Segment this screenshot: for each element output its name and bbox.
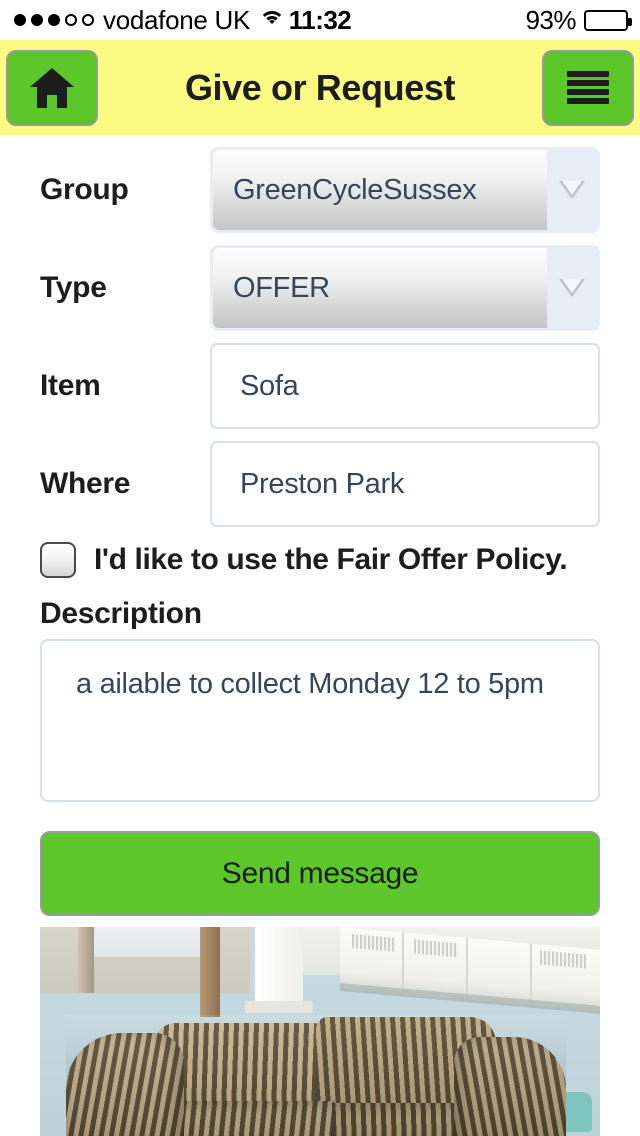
description-textarea[interactable]: a ailable to collect Monday 12 to 5pm [40,639,600,802]
status-bar-right: 93% [525,4,632,36]
status-bar: vodafone UK 11:32 93% [0,0,640,40]
group-select-valuebox: GreenCycleSussex [213,150,547,230]
label-group: Group [40,173,129,206]
chevron-down-icon [559,279,585,297]
app-header: Give or Request [0,40,640,135]
item-input-wrap: Sofa [210,343,600,429]
chevron-down-icon [559,181,585,199]
form-row-group: Group GreenCycleSussex [0,147,640,233]
photo-post [200,927,220,1017]
type-select[interactable]: OFFER [213,248,597,328]
photo-window [94,927,202,957]
app-screen: vodafone UK 11:32 93% Give or Request Gr… [0,0,640,1136]
form-row-item: Item Sofa [0,343,640,429]
type-select-wrap: OFFER [210,245,600,331]
home-icon [30,67,74,108]
photo-column [255,927,303,1009]
description-label: Description [40,597,202,630]
form-row-where: Where Preston Park [0,441,640,527]
hamburger-menu-icon [567,70,609,105]
label-where: Where [40,467,131,500]
where-input-wrap: Preston Park [210,441,600,527]
menu-button[interactable] [542,49,634,126]
group-select-wrap: GreenCycleSussex [210,147,600,233]
fair-offer-label[interactable]: I'd like to use the Fair Offer Policy. [94,543,568,577]
type-select-value: OFFER [233,271,330,304]
type-select-valuebox: OFFER [213,248,547,328]
group-select-arrow[interactable] [547,150,597,230]
photo-column-base [245,1001,313,1013]
send-message-button[interactable]: Send message [40,831,600,916]
type-select-arrow[interactable] [547,248,597,328]
where-input-value: Preston Park [240,467,405,500]
battery-percent: 93% [525,4,576,35]
item-photo[interactable]: Remove photo [40,927,600,1136]
group-select-value: GreenCycleSussex [233,173,477,206]
item-input[interactable]: Sofa [210,343,600,429]
label-type: Type [40,271,107,304]
home-button[interactable] [6,49,98,126]
page-title: Give or Request [184,66,456,108]
fair-offer-row: I'd like to use the Fair Offer Policy. [0,534,640,586]
label-item: Item [40,369,101,402]
photo-post-far [78,927,94,993]
where-input[interactable]: Preston Park [210,441,600,527]
description-value: a ailable to collect Monday 12 to 5pm [76,668,544,700]
item-input-value: Sofa [240,369,299,402]
fair-offer-checkbox[interactable] [40,542,76,578]
group-select[interactable]: GreenCycleSussex [213,150,597,230]
battery-icon [584,9,632,31]
form-row-type: Type OFFER [0,245,640,331]
photo-sofa [66,1015,566,1136]
